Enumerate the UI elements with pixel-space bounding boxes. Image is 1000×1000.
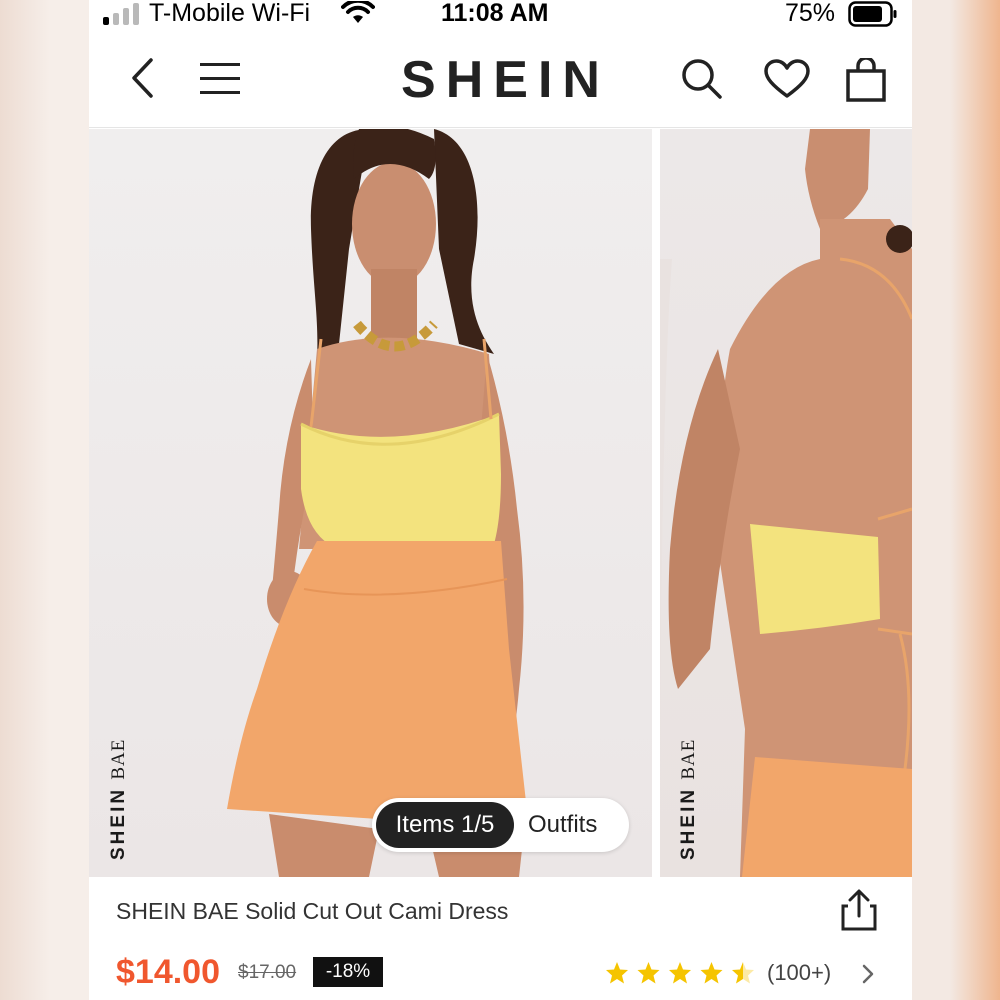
cellular-signal-icon <box>103 3 139 25</box>
search-icon[interactable] <box>680 57 724 101</box>
sale-price: $14.00 <box>116 953 220 991</box>
rating-stars[interactable] <box>606 960 756 986</box>
battery-icon <box>848 1 897 27</box>
bag-icon[interactable] <box>846 58 886 102</box>
top-navigation-bar: SHEIN <box>89 32 912 128</box>
shein-bae-watermark: SHEIN BAE <box>108 738 129 860</box>
discount-badge: -18% <box>313 957 383 987</box>
items-outfits-toggle: Items 1/5 Outfits <box>372 798 629 852</box>
clock: 11:08 AM <box>441 0 549 27</box>
product-image-gallery[interactable]: SHEIN BAE Items 1/5 Outfits SHEIN BAE <box>89 129 912 877</box>
items-tab[interactable]: Items 1/5 <box>376 802 514 848</box>
battery-percentage: 75% <box>785 0 836 27</box>
wifi-icon <box>341 1 375 23</box>
carrier-name: T-Mobile Wi-Fi <box>149 0 311 27</box>
shein-bae-watermark-2: SHEIN BAE <box>678 738 699 860</box>
star-icon <box>669 962 691 984</box>
outfits-tab[interactable]: Outfits <box>528 802 597 848</box>
heart-icon[interactable] <box>764 59 810 99</box>
share-icon[interactable] <box>839 888 879 932</box>
product-photo-back[interactable]: SHEIN BAE <box>660 129 912 877</box>
star-icon <box>637 962 660 984</box>
original-price: $17.00 <box>238 962 297 983</box>
chevron-right-icon[interactable] <box>861 963 875 985</box>
star-icon <box>700 962 723 984</box>
product-title: SHEIN BAE Solid Cut Out Cami Dress <box>116 898 509 924</box>
model-front-illustration <box>227 129 529 877</box>
status-bar: T-Mobile Wi-Fi 11:08 AM 75% <box>89 0 912 30</box>
star-icon <box>606 962 628 984</box>
star-icon <box>732 962 754 984</box>
product-photo-front[interactable]: SHEIN BAE Items 1/5 Outfits <box>89 129 652 877</box>
review-count[interactable]: (100+) <box>767 960 831 986</box>
phone-screen: T-Mobile Wi-Fi 11:08 AM 75% SHEIN SHEIN … <box>89 0 912 1000</box>
